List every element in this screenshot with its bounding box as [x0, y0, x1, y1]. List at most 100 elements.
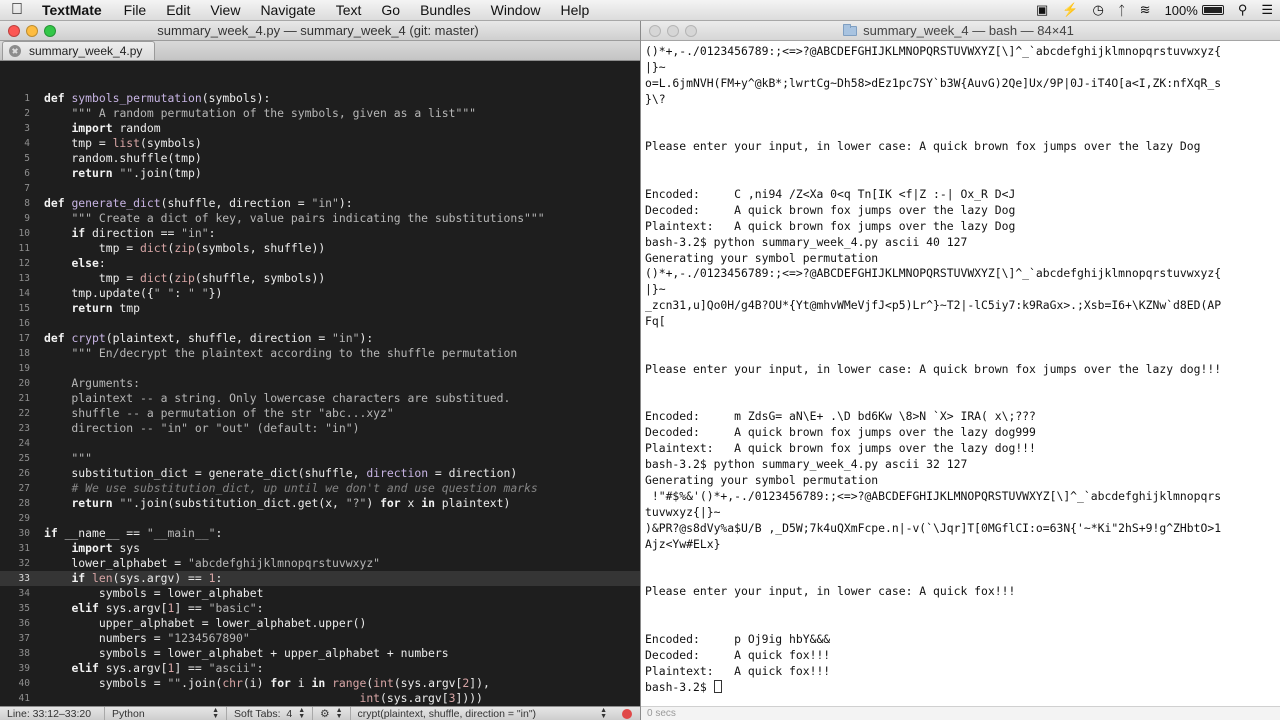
menu-edit[interactable]: Edit — [156, 2, 200, 18]
wifi-icon[interactable]: ≋ — [1133, 2, 1158, 18]
menu-navigate[interactable]: Navigate — [250, 2, 325, 18]
fold-gutter[interactable] — [30, 181, 44, 196]
code-line[interactable]: 16 — [0, 316, 640, 331]
code-line[interactable]: 24 — [0, 436, 640, 451]
code-line[interactable]: 32 lower_alphabet = "abcdefghijklmnopqrs… — [0, 556, 640, 571]
code-line[interactable]: 20 Arguments: — [0, 376, 640, 391]
fold-gutter[interactable] — [30, 616, 44, 631]
fold-gutter[interactable] — [30, 121, 44, 136]
terminal-output[interactable]: ()*+,-./0123456789:;<=>?@ABCDEFGHIJKLMNO… — [641, 41, 1280, 706]
code-line[interactable]: 13 tmp = dict(zip(shuffle, symbols)) — [0, 271, 640, 286]
menu-text[interactable]: Text — [326, 2, 372, 18]
fold-gutter[interactable] — [30, 451, 44, 466]
fold-gutter[interactable] — [30, 361, 44, 376]
code-line[interactable]: 14 tmp.update({" ": " "}) — [0, 286, 640, 301]
close-tab-icon[interactable] — [9, 45, 21, 57]
code-line[interactable]: 29 — [0, 511, 640, 526]
code-line[interactable]: 25 """ — [0, 451, 640, 466]
code-line[interactable]: 40 symbols = "".join(chr(i) for i in ran… — [0, 676, 640, 691]
code-line[interactable]: 23 direction -- "in" or "out" (default: … — [0, 421, 640, 436]
fold-gutter[interactable] — [30, 466, 44, 481]
fold-gutter[interactable] — [30, 556, 44, 571]
code-line[interactable]: 38 symbols = lower_alphabet + upper_alph… — [0, 646, 640, 661]
screen-capture-icon[interactable]: ▣ — [1029, 2, 1055, 18]
code-line[interactable]: 4 tmp = list(symbols) — [0, 136, 640, 151]
fold-gutter[interactable] — [30, 331, 44, 346]
fold-gutter[interactable] — [30, 661, 44, 676]
code-line[interactable]: 6 return "".join(tmp) — [0, 166, 640, 181]
code-line[interactable]: 11 tmp = dict(zip(symbols, shuffle)) — [0, 241, 640, 256]
code-line[interactable]: 8 def generate_dict(shuffle, direction = … — [0, 196, 640, 211]
fold-gutter[interactable] — [30, 286, 44, 301]
fold-gutter[interactable] — [30, 406, 44, 421]
fold-gutter[interactable] — [30, 196, 44, 211]
fold-gutter[interactable] — [30, 151, 44, 166]
code-line[interactable]: 3 import random — [0, 121, 640, 136]
code-line[interactable]: 15 return tmp — [0, 301, 640, 316]
time-machine-icon[interactable]: ◷ — [1086, 2, 1111, 18]
fold-gutter[interactable] — [30, 91, 44, 106]
code-line[interactable]: 41 int(sys.argv[3]))) — [0, 691, 640, 706]
code-line[interactable]: 7 — [0, 181, 640, 196]
code-line[interactable]: 18 """ En/decrypt the plaintext accordin… — [0, 346, 640, 361]
notification-center-icon[interactable]: ☰ — [1254, 2, 1280, 18]
fold-gutter[interactable] — [30, 211, 44, 226]
code-line[interactable]: 30 if __name__ == "__main__": — [0, 526, 640, 541]
code-line[interactable]: 10 if direction == "in": — [0, 226, 640, 241]
code-line[interactable]: 12 else: — [0, 256, 640, 271]
fold-gutter[interactable] — [30, 541, 44, 556]
menu-file[interactable]: File — [114, 2, 157, 18]
fold-gutter[interactable] — [30, 301, 44, 316]
language-selector[interactable]: Python ▲ ▼ — [105, 706, 227, 720]
code-editor[interactable]: 1 def symbols_permutation(symbols): 2 """ … — [0, 62, 640, 706]
fold-gutter[interactable] — [30, 106, 44, 121]
code-line[interactable]: 5 random.shuffle(tmp) — [0, 151, 640, 166]
code-line[interactable]: 34 symbols = lower_alphabet — [0, 586, 640, 601]
menu-bundles[interactable]: Bundles — [410, 2, 481, 18]
fold-gutter[interactable] — [30, 316, 44, 331]
fold-gutter[interactable] — [30, 511, 44, 526]
fold-gutter[interactable] — [30, 571, 44, 586]
minimize-window-icon[interactable] — [667, 24, 679, 37]
fold-gutter[interactable] — [30, 256, 44, 271]
zoom-window-icon[interactable] — [685, 24, 697, 37]
code-line[interactable]: 17 def crypt(plaintext, shuffle, directio… — [0, 331, 640, 346]
tab-size-selector[interactable]: Soft Tabs: 4 ▲ ▼ — [227, 706, 314, 720]
code-line[interactable]: 33 if len(sys.argv) == 1: — [0, 571, 640, 586]
close-window-icon[interactable] — [649, 24, 661, 37]
zoom-window-icon[interactable] — [44, 24, 56, 37]
editor-titlebar[interactable]: summary_week_4.py — summary_week_4 (git:… — [0, 21, 640, 41]
symbol-selector[interactable]: crypt(plaintext, shuffle, direction = "i… — [351, 707, 615, 720]
fold-gutter[interactable] — [30, 421, 44, 436]
fold-gutter[interactable] — [30, 166, 44, 181]
fold-gutter[interactable] — [30, 436, 44, 451]
fold-gutter[interactable] — [30, 601, 44, 616]
code-line[interactable]: 35 elif sys.argv[1] == "basic": — [0, 601, 640, 616]
battery-status[interactable]: 100% — [1158, 3, 1231, 18]
fold-gutter[interactable] — [30, 346, 44, 361]
code-line[interactable]: 22 shuffle -- a permutation of the str "… — [0, 406, 640, 421]
menu-go[interactable]: Go — [371, 2, 410, 18]
code-line[interactable]: 21 plaintext -- a string. Only lowercase… — [0, 391, 640, 406]
fold-gutter[interactable] — [30, 226, 44, 241]
fold-gutter[interactable] — [30, 526, 44, 541]
code-line[interactable]: 2 """ A random permutation of the symbol… — [0, 106, 640, 121]
code-line[interactable]: 1 def symbols_permutation(symbols): — [0, 91, 640, 106]
menu-window[interactable]: Window — [481, 2, 551, 18]
tab-summary-week-4[interactable]: summary_week_4.py — [2, 41, 156, 60]
code-line[interactable]: 31 import sys — [0, 541, 640, 556]
code-line[interactable]: 26 substitution_dict = generate_dict(shu… — [0, 466, 640, 481]
fold-gutter[interactable] — [30, 631, 44, 646]
fold-gutter[interactable] — [30, 586, 44, 601]
fold-gutter[interactable] — [30, 646, 44, 661]
code-line[interactable]: 39 elif sys.argv[1] == "ascii": — [0, 661, 640, 676]
terminal-titlebar[interactable]: summary_week_4 — bash — 84×41 — [641, 21, 1280, 41]
minimize-window-icon[interactable] — [26, 24, 38, 37]
fold-gutter[interactable] — [30, 241, 44, 256]
menu-app-name[interactable]: TextMate — [34, 2, 114, 18]
fold-gutter[interactable] — [30, 391, 44, 406]
code-line[interactable]: 28 return "".join(substitution_dict.get(… — [0, 496, 640, 511]
fold-gutter[interactable] — [30, 271, 44, 286]
menu-view[interactable]: View — [200, 2, 250, 18]
fold-gutter[interactable] — [30, 481, 44, 496]
